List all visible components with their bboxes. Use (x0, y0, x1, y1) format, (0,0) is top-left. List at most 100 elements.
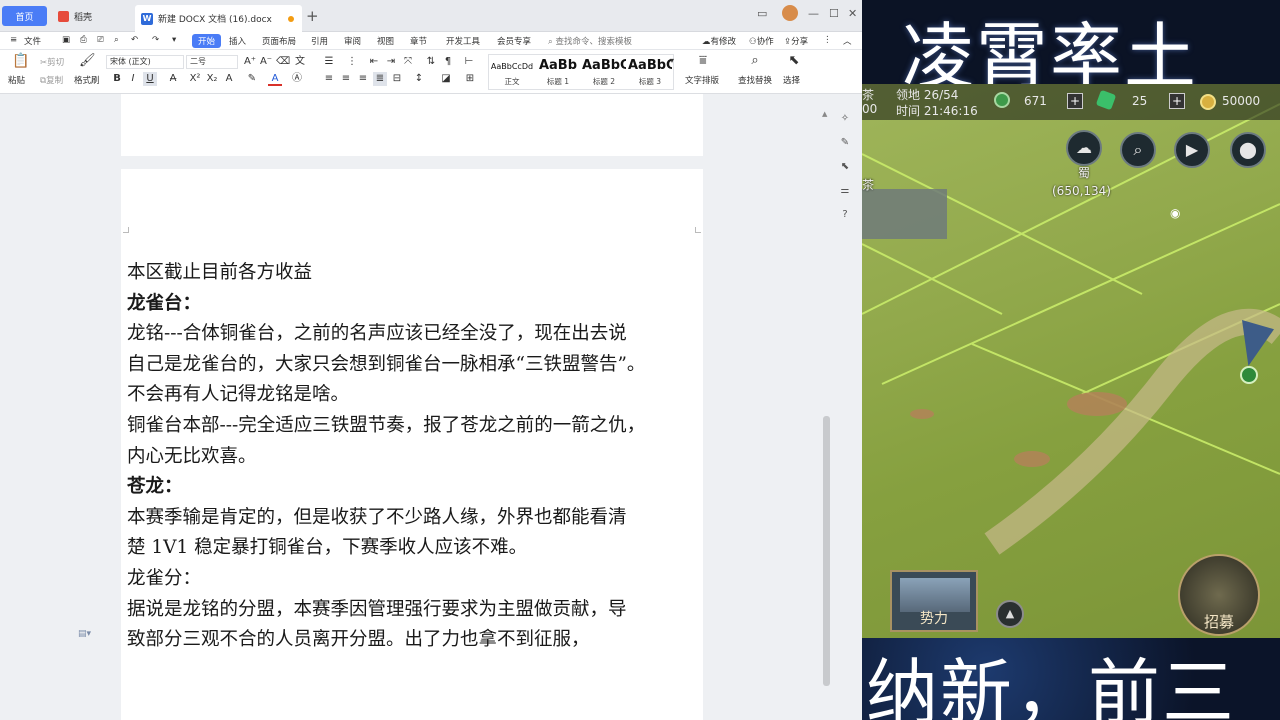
menu-review[interactable]: 审阅 (344, 35, 361, 47)
add-jade-button[interactable]: + (1067, 93, 1083, 109)
more-icon[interactable]: ▾ (172, 35, 176, 45)
redo-icon[interactable]: ↷ (152, 35, 159, 45)
select-pane-icon[interactable]: ⬉ (838, 160, 852, 174)
find-replace-label[interactable]: 查找替换 (738, 74, 772, 86)
show-marks-icon[interactable]: ¶ (441, 55, 455, 69)
text-layout-label[interactable]: 文字排版 (685, 74, 719, 86)
bullet-list-icon[interactable]: ☰ (322, 55, 336, 69)
distribute-icon[interactable]: ⊟ (390, 72, 404, 86)
close-button[interactable]: ✕ (848, 7, 857, 20)
has-changes-button[interactable]: ☁有修改 (702, 35, 736, 47)
format-painter-icon[interactable]: 🖌 (79, 54, 96, 68)
tab-document[interactable]: W 新建 DOCX 文档 (16).docx (135, 5, 302, 32)
more-menu-icon[interactable]: ⋮ (823, 35, 832, 45)
shrink-font-icon[interactable]: A⁻ (259, 55, 273, 69)
text-layout-icon[interactable]: ⩸ (696, 54, 710, 68)
char-border-icon[interactable]: Ⓐ (290, 72, 304, 86)
highlight-icon[interactable]: ✎ (245, 72, 259, 86)
paragraph-handle-icon[interactable]: ▤▾ (78, 629, 91, 639)
game-map[interactable]: 茶 00 领地 26/54 时间 21:46:16 671 + 25 + 500… (862, 84, 1280, 638)
edit-pane-icon[interactable]: ✎ (838, 136, 852, 150)
superscript-icon[interactable]: X² (188, 72, 202, 86)
command-search[interactable]: ⌕ 查找命令、搜索模板 (548, 35, 632, 47)
align-center-icon[interactable]: ≡ (339, 72, 353, 86)
play-button[interactable]: ▶ (1174, 132, 1210, 168)
menu-references[interactable]: 引用 (311, 35, 328, 47)
select-label[interactable]: 选择 (783, 74, 800, 86)
bold-icon[interactable]: B (110, 72, 124, 86)
subscript-icon[interactable]: X₂ (205, 72, 219, 86)
document-body[interactable]: 本区截止目前各方收益 龙雀台： 龙铭---合体铜雀台，之前的名声应该已经全没了，… (127, 258, 705, 656)
text-effect-icon[interactable]: A (222, 72, 236, 86)
style-pane-icon[interactable]: ✧ (838, 112, 852, 126)
map-coordinates[interactable]: (650,134) (1052, 184, 1111, 198)
army-marker-icon[interactable] (1240, 366, 1258, 384)
style-heading-2[interactable]: AaBbC 标题 2 (581, 55, 627, 89)
new-tab-button[interactable]: + (306, 7, 319, 25)
cut-button[interactable]: ✂剪切 (40, 56, 64, 68)
print-icon[interactable]: ⎚ (97, 35, 104, 45)
state-emblem-button[interactable]: ☁ (1066, 130, 1102, 166)
shading-icon[interactable]: ◪ (439, 72, 453, 86)
menu-devtools[interactable]: 开发工具 (446, 35, 480, 47)
numbered-list-icon[interactable]: ⋮ (345, 55, 359, 69)
minimize-button[interactable]: — (808, 7, 819, 20)
restore-button[interactable]: ☐ (829, 7, 839, 20)
strikethrough-icon[interactable]: A̶ (166, 72, 180, 86)
export-icon[interactable]: ⎙ (80, 35, 87, 45)
tab-home[interactable]: 首页 (2, 6, 47, 26)
map-search-button[interactable]: ⌕ (1120, 132, 1156, 168)
italic-icon[interactable]: I (126, 72, 140, 86)
preview-icon[interactable]: ⌕ (114, 35, 119, 45)
line-spacing-icon[interactable]: ↕ (412, 72, 426, 86)
faction-button[interactable]: 势力 (890, 570, 978, 632)
save-icon[interactable]: ▣ (62, 35, 70, 45)
undo-icon[interactable]: ↶ (131, 35, 138, 45)
paste-label[interactable]: 粘贴 (8, 74, 25, 86)
menu-file[interactable]: 文件 (24, 35, 41, 47)
recruit-button[interactable]: 招募 (1178, 554, 1260, 636)
style-gallery-more-icon[interactable]: ▾ (665, 54, 679, 68)
font-color-icon[interactable]: A (268, 72, 282, 86)
underline-icon[interactable]: U (143, 72, 157, 86)
vertical-scrollbar[interactable]: ▲ (822, 96, 832, 696)
share-button[interactable]: ⇪分享 (784, 35, 808, 47)
grow-font-icon[interactable]: A⁺ (243, 55, 257, 69)
menu-insert[interactable]: 插入 (229, 35, 246, 47)
collapse-ribbon-icon[interactable]: ︿ (843, 35, 852, 47)
outdent-icon[interactable]: ⇤ (367, 55, 381, 69)
style-heading-1[interactable]: AaBb 标题 1 (535, 55, 581, 89)
paste-icon[interactable]: 📋 (12, 54, 29, 68)
collaborate-button[interactable]: ⚇协作 (749, 35, 774, 47)
menu-chapter[interactable]: 章节 (410, 35, 427, 47)
tab-stops-icon[interactable]: ⊢ (462, 55, 476, 69)
avatar[interactable] (782, 5, 798, 21)
scrollbar-thumb[interactable] (823, 416, 830, 686)
map-marker-button[interactable]: ⬤ (1230, 132, 1266, 168)
style-normal[interactable]: AaBbCcDd 正文 (489, 55, 535, 89)
justify-icon[interactable]: ≣ (373, 72, 387, 86)
clear-format-icon[interactable]: ⌫ (276, 55, 290, 69)
select-cursor-icon[interactable]: ⬉ (787, 54, 801, 68)
indent-icon[interactable]: ⇥ (384, 55, 398, 69)
menu-layout[interactable]: 页面布局 (262, 35, 296, 47)
borders-icon[interactable]: ⊞ (463, 72, 477, 86)
expand-up-button[interactable]: ▲ (996, 600, 1024, 628)
target-marker-icon[interactable]: ◉ (1170, 206, 1180, 220)
chinese-layout-icon[interactable]: ⤧ (401, 55, 415, 69)
font-size-select[interactable]: 二号 (186, 55, 238, 69)
sort-icon[interactable]: ⇅ (424, 55, 438, 69)
add-token-button[interactable]: + (1169, 93, 1185, 109)
align-right-icon[interactable]: ≡ (356, 72, 370, 86)
tab-docer[interactable]: 稻壳 (52, 6, 134, 26)
help-icon[interactable]: ? (838, 208, 852, 222)
hamburger-icon[interactable]: ≡ (10, 35, 17, 45)
font-name-select[interactable]: 宋体 (正文) (106, 55, 184, 69)
copy-button[interactable]: ⧉复制 (40, 74, 63, 86)
pinyin-icon[interactable]: 文 (293, 55, 307, 69)
menu-home[interactable]: 开始 (192, 34, 222, 48)
properties-pane-icon[interactable]: ⚌ (838, 184, 852, 198)
menu-view[interactable]: 视图 (377, 35, 394, 47)
scroll-up-icon[interactable]: ▲ (822, 110, 827, 118)
format-painter-label[interactable]: 格式刷 (74, 74, 100, 86)
